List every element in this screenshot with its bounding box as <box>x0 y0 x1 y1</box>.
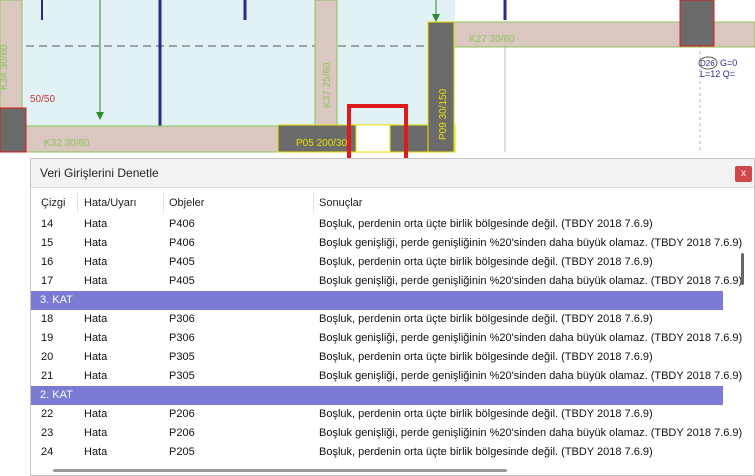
tag-lq: L=12 Q= <box>700 69 735 79</box>
label-p05: P05 200/30 <box>296 138 348 149</box>
group-row[interactable]: 2. KAT <box>31 386 723 405</box>
table-row[interactable]: 19 Hata P306 Boşluk genişliği, perde genişl… <box>31 329 742 348</box>
cell-kind: Hata <box>84 218 108 230</box>
cell-result: Boşluk genişliği, perde genişliğinin %20… <box>319 275 743 287</box>
label-k37: K37 25/60 <box>322 62 333 108</box>
cell-kind: Hata <box>84 446 108 458</box>
cell-kind: Hata <box>84 275 108 287</box>
cell-line: 14 <box>41 218 54 230</box>
cell-result: Boşluk, perdenin orta üçte birlik bölges… <box>319 256 653 268</box>
cell-object: P405 <box>169 256 195 268</box>
table-row[interactable]: 24 Hata P205 Boşluk, perdenin orta üçte bir… <box>31 443 723 462</box>
cell-object: P206 <box>169 427 195 439</box>
cell-result: Boşluk genişliği, perde genişliğinin %20… <box>319 370 743 382</box>
table-row[interactable]: 15 Hata P406 Boşluk genişliği, perde genişl… <box>31 234 742 253</box>
cell-kind: Hata <box>84 370 108 382</box>
dialog-title: Veri Girişlerini Denetle <box>40 166 159 180</box>
table-row[interactable]: 21 Hata P305 Boşluk genişliği, perde genişl… <box>31 367 742 386</box>
cell-object: P406 <box>169 237 195 249</box>
cell-object: P205 <box>169 446 195 458</box>
table-row[interactable]: 20 Hata P305 Boşluk, perdenin orta üçte bir… <box>31 348 723 367</box>
cell-result: Boşluk genişliği, perde genişliğinin %20… <box>319 332 743 344</box>
column-left <box>0 107 27 153</box>
group-label: 2. KAT <box>40 389 73 401</box>
cell-kind: Hata <box>84 408 108 420</box>
cell-object: P405 <box>169 275 195 287</box>
cell-kind: Hata <box>84 256 108 268</box>
label-k34: K34 30/60 <box>0 44 10 90</box>
cell-object: P306 <box>169 313 195 325</box>
cell-object: P305 <box>169 370 195 382</box>
tag-g: G=0 <box>720 58 737 68</box>
cell-line: 21 <box>41 370 54 382</box>
cell-object: P206 <box>169 408 195 420</box>
horizontal-scroll-thumb[interactable] <box>53 469 507 472</box>
cell-kind: Hata <box>84 332 108 344</box>
header-kind[interactable]: Hata/Uyarı <box>84 197 137 209</box>
cell-object: P305 <box>169 351 195 363</box>
cell-result: Boşluk, perdenin orta üçte birlik bölges… <box>319 446 653 458</box>
cell-object: P406 <box>169 218 195 230</box>
cell-line: 16 <box>41 256 54 268</box>
cell-result: Boşluk, perdenin orta üçte birlik bölges… <box>319 313 653 325</box>
table-row[interactable]: 16 Hata P405 Boşluk, perdenin orta üçte bir… <box>31 253 723 272</box>
cell-kind: Hata <box>84 427 108 439</box>
vertical-scrollbar[interactable] <box>739 215 749 455</box>
table-row[interactable]: 17 Hata P405 Boşluk genişliği, perde genişl… <box>31 272 742 291</box>
cell-line: 22 <box>41 408 54 420</box>
cell-kind: Hata <box>84 237 108 249</box>
cell-line: 24 <box>41 446 54 458</box>
vertical-scroll-thumb[interactable] <box>741 253 744 285</box>
label-k27: K27 30/60 <box>469 34 515 45</box>
cell-line: 17 <box>41 275 54 287</box>
cell-line: 15 <box>41 237 54 249</box>
table-row[interactable]: 23 Hata P206 Boşluk genişliği, perde genişl… <box>31 424 742 443</box>
cell-kind: Hata <box>84 351 108 363</box>
dialog-title-bar[interactable]: Veri Girişlerini Denetle x <box>31 159 754 188</box>
label-p09: P09 30/150 <box>438 88 449 140</box>
cell-kind: Hata <box>84 313 108 325</box>
tag-d26: D26 <box>700 59 715 68</box>
results-list: 14 Hata P406 Boşluk, perdenin orta üçte bir… <box>31 215 742 462</box>
header-line[interactable]: Çizgi <box>41 197 65 209</box>
cell-line: 19 <box>41 332 54 344</box>
column-right <box>679 0 715 47</box>
cell-line: 20 <box>41 351 54 363</box>
cell-result: Boşluk, perdenin orta üçte birlik bölges… <box>319 408 653 420</box>
group-label: 3. KAT <box>40 294 73 306</box>
group-row[interactable]: 3. KAT <box>31 291 723 310</box>
table-row[interactable]: 22 Hata P206 Boşluk, perdenin orta üçte bir… <box>31 405 723 424</box>
close-button[interactable]: x <box>735 166 752 182</box>
cell-object: P306 <box>169 332 195 344</box>
cell-result: Boşluk genişliği, perde genişliğinin %20… <box>319 427 743 439</box>
header-results[interactable]: Sonuçlar <box>319 197 362 209</box>
verify-inputs-dialog: Veri Girişlerini Denetle x Çizgi Hata/Uy… <box>30 158 755 476</box>
cell-result: Boşluk, perdenin orta üçte birlik bölges… <box>319 218 653 230</box>
cell-result: Boşluk genişliği, perde genişliğinin %20… <box>319 237 743 249</box>
wall-opening <box>355 124 391 153</box>
cell-result: Boşluk, perdenin orta üçte birlik bölges… <box>319 351 653 363</box>
table-row[interactable]: 14 Hata P406 Boşluk, perdenin orta üçte bir… <box>31 215 723 234</box>
cell-line: 23 <box>41 427 54 439</box>
table-row[interactable]: 18 Hata P306 Boşluk, perdenin orta üçte bir… <box>31 310 723 329</box>
header-objects[interactable]: Objeler <box>169 197 204 209</box>
label-k32: K32 30/60 <box>44 138 90 149</box>
table-header: Çizgi Hata/Uyarı Objeler Sonuçlar <box>31 193 723 213</box>
cell-line: 18 <box>41 313 54 325</box>
label-ratio: 50/50 <box>30 94 55 105</box>
